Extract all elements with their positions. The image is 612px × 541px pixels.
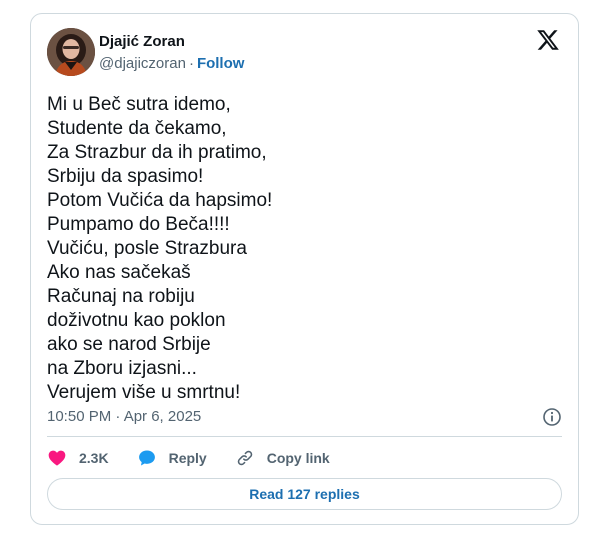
timestamp[interactable]: 10:50 PM · Apr 6, 2025 bbox=[47, 408, 201, 425]
tweet-card: Djajić Zoran @djajiczoran · Follow Mi u Be… bbox=[30, 13, 579, 525]
heart-icon bbox=[48, 450, 66, 466]
action-bar: 2.3K Reply Copy link bbox=[47, 446, 358, 470]
like-button[interactable]: 2.3K bbox=[47, 448, 109, 468]
avatar[interactable] bbox=[47, 28, 95, 76]
tweet-line: Verujem više u smrtnu! bbox=[47, 382, 241, 403]
like-count: 2.3K bbox=[79, 450, 109, 466]
tweet-line: Potom Vučića da hapsimo! bbox=[47, 190, 273, 211]
tweet-line: Studente da čekamo, bbox=[47, 118, 227, 139]
separator-dot: · bbox=[188, 55, 194, 72]
timestamp-row: 10:50 PM · Apr 6, 2025 bbox=[47, 407, 562, 427]
reply-button[interactable]: Reply bbox=[137, 448, 207, 468]
author-display-name[interactable]: Djajić Zoran bbox=[99, 32, 244, 52]
avatar-image bbox=[47, 28, 95, 76]
read-replies-button[interactable]: Read 127 replies bbox=[47, 478, 562, 510]
tweet-line: Mi u Beč sutra idemo, bbox=[47, 94, 231, 115]
tweet-line: Pumpamo do Beča!!!! bbox=[47, 214, 230, 235]
tweet-line: Srbiju da spasimo! bbox=[47, 166, 204, 187]
link-icon bbox=[237, 450, 252, 466]
reply-label: Reply bbox=[168, 450, 207, 466]
tweet-line: Vučiću, posle Strazbura bbox=[47, 238, 247, 259]
tweet-line: na Zboru izjasni... bbox=[47, 358, 197, 379]
copy-link-button[interactable]: Copy link bbox=[235, 448, 330, 468]
read-replies-label: Read 127 replies bbox=[249, 486, 360, 502]
x-logo-icon[interactable] bbox=[536, 28, 560, 52]
speech-bubble-icon bbox=[138, 450, 155, 466]
tweet-line: Za Strazbur da ih pratimo, bbox=[47, 142, 267, 163]
author-handle[interactable]: @djajiczoran bbox=[99, 55, 186, 72]
divider bbox=[47, 436, 562, 437]
copy-link-label: Copy link bbox=[266, 450, 330, 466]
author-handle-line: @djajiczoran · Follow bbox=[99, 54, 244, 74]
follow-button[interactable]: Follow bbox=[197, 55, 245, 72]
tweet-line: Ako nas sačekaš bbox=[47, 262, 191, 283]
info-icon[interactable] bbox=[542, 407, 562, 427]
tweet-line: ako se narod Srbije bbox=[47, 334, 211, 355]
tweet-line: Računaj na robiju bbox=[47, 286, 195, 307]
tweet-line: doživotnu kao poklon bbox=[47, 310, 226, 331]
author-info: Djajić Zoran @djajiczoran · Follow bbox=[99, 32, 244, 74]
tweet-text: Mi u Beč sutra idemo, Studente da čekamo… bbox=[47, 93, 547, 405]
